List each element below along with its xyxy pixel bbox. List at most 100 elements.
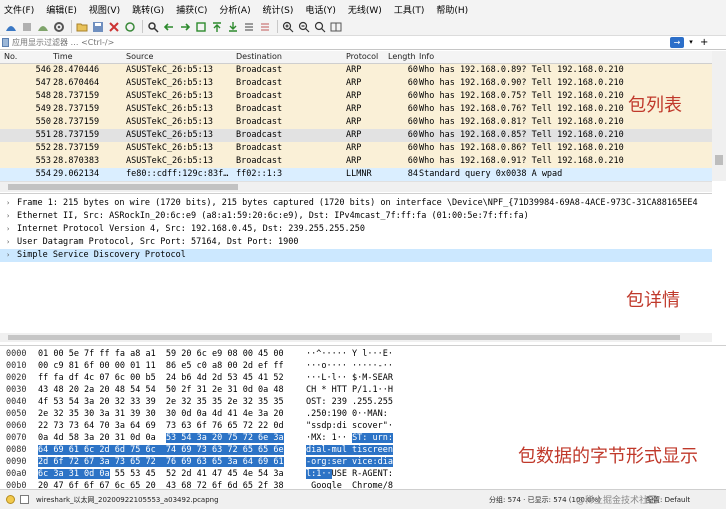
detail-tree-item[interactable]: › Simple Service Discovery Protocol	[0, 249, 712, 262]
expand-arrow-icon[interactable]: ›	[6, 210, 10, 223]
hscroll-thumb[interactable]	[8, 335, 680, 340]
profile-selector[interactable]: 配置: Default	[646, 495, 690, 505]
vscroll-thumb[interactable]	[715, 155, 723, 165]
table-row[interactable]: 548 28.737159 ASUSTekC_26:b5:13 Broadcast AR…	[0, 90, 712, 103]
detail-tree-item[interactable]: › Internet Protocol Version 4, Src: 192.1…	[0, 223, 712, 236]
detail-tree-item[interactable]: › User Datagram Protocol, Src Port: 57164…	[0, 236, 712, 249]
menu-item[interactable]: 捕获(C)	[176, 3, 207, 16]
column-header[interactable]: Time	[53, 52, 73, 61]
detail-tree-item[interactable]: › Ethernet II, Src: ASRockIn_20:6c:e9 (a8…	[0, 210, 712, 223]
ascii-bytes[interactable]: "ssdp:di scover"·	[306, 420, 393, 432]
hex-bytes[interactable]: 43 48 20 2a 20 48 54 54 50 2f 31 2e 31 0…	[38, 384, 284, 396]
hex-bytes[interactable]: 6c 3a 31 0d 0a 55 53 45 52 2d 41 47 45 4…	[38, 468, 284, 480]
column-header[interactable]: Destination	[236, 52, 282, 61]
table-row[interactable]: 547 28.670464 ASUSTekC_26:b5:13 Broadcast AR…	[0, 77, 712, 90]
table-row[interactable]: 554 29.062134 fe80::cdff:129c:83f… ff02::1:…	[0, 168, 712, 181]
ascii-bytes[interactable]: -org:ser vice:dia	[306, 456, 393, 468]
hex-bytes[interactable]: 00 c9 81 6f 00 00 01 11 86 e5 c0 a8 00 2…	[38, 360, 284, 372]
menu-item[interactable]: 分析(A)	[219, 3, 250, 16]
table-row[interactable]: 550 28.737159 ASUSTekC_26:b5:13 Broadcast AR…	[0, 116, 712, 129]
hex-dump-row[interactable]: 0020 ff fa df 4c 07 6c 00 b5 24 b6 4d 2d …	[0, 372, 726, 384]
hex-dump-row[interactable]: 00a0 6c 3a 31 0d 0a 55 53 45 52 2d 41 47 …	[0, 468, 726, 480]
reload-icon[interactable]	[123, 20, 137, 34]
hex-dump-row[interactable]: 0030 43 48 20 2a 20 48 54 54 50 2f 31 2e …	[0, 384, 726, 396]
ascii-bytes[interactable]: l:1··USE R-AGENT:	[306, 468, 393, 480]
hex-bytes[interactable]: 64 69 61 6c 2d 6d 75 6c 74 69 73 63 72 6…	[38, 444, 284, 456]
ascii-bytes[interactable]: OST: 239 .255.255	[306, 396, 393, 408]
column-header[interactable]: Length	[388, 52, 416, 61]
hex-bytes[interactable]: 0a 4d 58 3a 20 31 0d 0a 53 54 3a 20 75 7…	[38, 432, 284, 444]
hex-bytes[interactable]: 2e 32 35 30 3a 31 39 30 30 0d 0a 4d 41 4…	[38, 408, 284, 420]
add-filter-button-icon[interactable]: +	[700, 37, 720, 48]
ascii-bytes[interactable]: ·MX: 1·· ST: urn:	[306, 432, 394, 444]
menu-item[interactable]: 无线(W)	[348, 3, 382, 16]
table-row[interactable]: 552 28.737159 ASUSTekC_26:b5:13 Broadcast AR…	[0, 142, 712, 155]
table-row[interactable]: 546 28.470446 ASUSTekC_26:b5:13 Broadcast AR…	[0, 64, 712, 77]
hex-dump-row[interactable]: 0050 2e 32 35 30 3a 31 39 30 30 0d 0a 4d …	[0, 408, 726, 420]
menu-item[interactable]: 视图(V)	[89, 3, 120, 16]
table-row[interactable]: 549 28.737159 ASUSTekC_26:b5:13 Broadcast AR…	[0, 103, 712, 116]
last-packet-icon[interactable]	[226, 20, 240, 34]
column-header[interactable]: Info	[419, 52, 434, 61]
menu-item[interactable]: 工具(T)	[394, 3, 425, 16]
expert-info-icon[interactable]	[6, 495, 15, 504]
close-file-icon[interactable]	[107, 20, 121, 34]
ascii-bytes[interactable]: dial-mul tiscreen	[306, 444, 393, 456]
apply-filter-arrow-icon[interactable]: →	[670, 37, 684, 48]
hex-bytes[interactable]: 2d 6f 72 67 3a 73 65 72 76 69 63 65 3a 6…	[38, 456, 284, 468]
capture-comment-icon[interactable]	[20, 495, 29, 504]
colorize-icon[interactable]	[258, 20, 272, 34]
hex-bytes[interactable]: 01 00 5e 7f ff fa a8 a1 59 20 6c e9 08 0…	[38, 348, 284, 360]
ascii-bytes[interactable]: CH * HTT P/1.1··H	[306, 384, 393, 396]
column-header[interactable]: Protocol	[346, 52, 378, 61]
first-packet-icon[interactable]	[210, 20, 224, 34]
zoom-out-icon[interactable]	[297, 20, 311, 34]
table-row[interactable]: 551 28.737159 ASUSTekC_26:b5:13 Broadcast AR…	[0, 129, 712, 142]
autoscroll-icon[interactable]	[242, 20, 256, 34]
packet-list-hscrollbar[interactable]	[0, 181, 712, 192]
restart-icon[interactable]	[36, 20, 50, 34]
zoom-in-icon[interactable]	[281, 20, 295, 34]
ascii-bytes[interactable]: .250:190 0··MAN:	[306, 408, 393, 420]
back-arrow-icon[interactable]	[162, 20, 176, 34]
menu-item[interactable]: 电话(Y)	[305, 3, 336, 16]
hscroll-thumb[interactable]	[8, 184, 238, 190]
hex-bytes[interactable]: 22 73 73 64 70 3a 64 69 73 63 6f 76 65 7…	[38, 420, 284, 432]
details-hscrollbar[interactable]	[0, 333, 712, 342]
filter-dropdown-icon[interactable]: ▾	[686, 37, 696, 48]
resize-columns-icon[interactable]	[329, 20, 343, 34]
zoom-reset-icon[interactable]	[313, 20, 327, 34]
expand-arrow-icon[interactable]: ›	[6, 223, 10, 236]
goto-packet-icon[interactable]	[194, 20, 208, 34]
ascii-bytes[interactable]: ··^····· Y l···E·	[306, 348, 393, 360]
save-icon[interactable]	[91, 20, 105, 34]
shark-fin-start-icon[interactable]	[4, 20, 18, 34]
detail-tree-item[interactable]: › Frame 1: 215 bytes on wire (1720 bits),…	[0, 197, 712, 210]
menu-item[interactable]: 编辑(E)	[46, 3, 77, 16]
display-filter-input[interactable]	[12, 37, 664, 47]
bookmark-icon[interactable]	[2, 38, 9, 47]
table-row[interactable]: 553 28.870383 ASUSTekC_26:b5:13 Broadcast AR…	[0, 155, 712, 168]
hex-dump-row[interactable]: 0040 4f 53 54 3a 20 32 33 39 2e 32 35 35 …	[0, 396, 726, 408]
hex-dump-row[interactable]: 0060 22 73 73 64 70 3a 64 69 73 63 6f 76 …	[0, 420, 726, 432]
expand-arrow-icon[interactable]: ›	[6, 236, 10, 249]
column-header[interactable]: No.	[4, 52, 17, 61]
expand-arrow-icon[interactable]: ›	[6, 249, 10, 262]
ascii-bytes[interactable]: ···L·l·· $·M-SEAR	[306, 372, 393, 384]
hex-dump-row[interactable]: 0010 00 c9 81 6f 00 00 01 11 86 e5 c0 a8 …	[0, 360, 726, 372]
hex-bytes[interactable]: ff fa df 4c 07 6c 00 b5 24 b6 4d 2d 53 4…	[38, 372, 284, 384]
find-icon[interactable]	[146, 20, 160, 34]
column-header[interactable]: Source	[126, 52, 153, 61]
hex-dump-row[interactable]: 0000 01 00 5e 7f ff fa a8 a1 59 20 6c e9 …	[0, 348, 726, 360]
expand-arrow-icon[interactable]: ›	[6, 197, 10, 210]
options-gear-icon[interactable]	[52, 20, 66, 34]
stop-icon[interactable]	[20, 20, 34, 34]
forward-arrow-icon[interactable]	[178, 20, 192, 34]
packet-list-vscrollbar[interactable]	[712, 51, 726, 181]
menu-item[interactable]: 统计(S)	[263, 3, 294, 16]
ascii-bytes[interactable]: ···o···· ·····-··	[306, 360, 393, 372]
hex-bytes[interactable]: 4f 53 54 3a 20 32 33 39 2e 32 35 35 2e 3…	[38, 396, 284, 408]
menu-item[interactable]: 帮助(H)	[436, 3, 468, 16]
menu-item[interactable]: 跳转(G)	[132, 3, 164, 16]
open-folder-icon[interactable]	[75, 20, 89, 34]
